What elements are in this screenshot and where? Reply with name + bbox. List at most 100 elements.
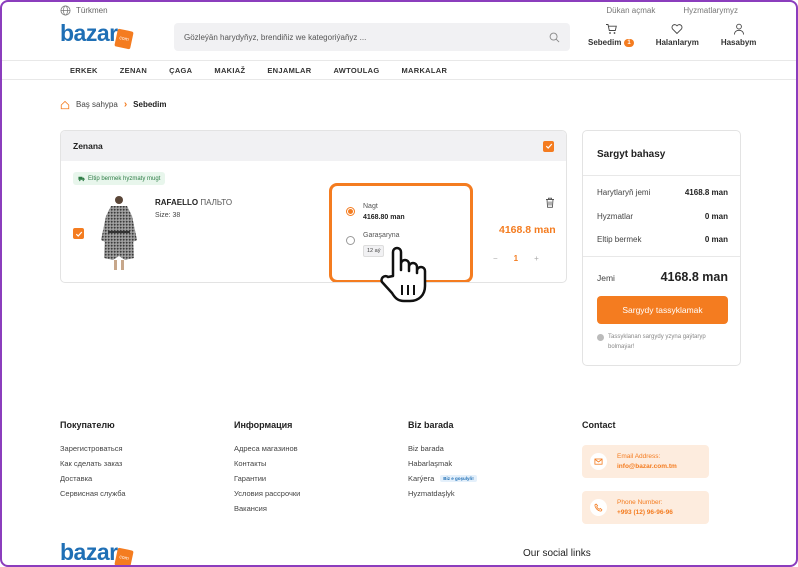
footer-logo[interactable]: bazar com bbox=[60, 539, 134, 565]
favorites-button[interactable]: Halanlarym bbox=[656, 23, 699, 47]
globe-icon bbox=[60, 5, 71, 16]
home-icon bbox=[60, 100, 70, 109]
summary-note: Tassyklanan sargydy yzyna gaýtaryp bolma… bbox=[597, 333, 732, 352]
phone-label: Phone Number: bbox=[617, 499, 663, 507]
footer-link[interactable]: Сервисная служба bbox=[60, 489, 126, 498]
phone-value: +993 (12) 96-96-96 bbox=[617, 508, 673, 516]
footer-link[interactable]: Вакансия bbox=[234, 504, 300, 513]
language-selector[interactable]: Türkmen bbox=[60, 5, 108, 16]
footer-link[interactable]: Гарантии bbox=[234, 474, 300, 483]
logo-text: bazar bbox=[60, 20, 118, 46]
email-value: info@bazar.com.tm bbox=[617, 462, 677, 470]
breadcrumb-home[interactable]: Baş sahypa bbox=[76, 100, 118, 109]
footer-col-contact: Contact bbox=[582, 420, 616, 444]
footer-link[interactable]: Доставка bbox=[60, 474, 126, 483]
footer-link[interactable]: Адреса магазинов bbox=[234, 444, 300, 453]
summary-row-label: Hyzmatlar bbox=[597, 212, 634, 221]
summary-row-value: 0 man bbox=[704, 212, 728, 221]
footer-link[interactable]: Зарегистроваться bbox=[60, 444, 126, 453]
nav-item-women[interactable]: ZENAN bbox=[120, 66, 147, 75]
confirm-order-button[interactable]: Sargydy tassyklamak bbox=[597, 296, 728, 324]
footer-col-title: Информация bbox=[234, 420, 293, 430]
summary-row-delivery: Eltip bermek 0 man bbox=[597, 235, 728, 244]
product-size: Size: 38 bbox=[155, 212, 181, 219]
item-price: 4168.8 man bbox=[499, 224, 556, 236]
footer-link[interactable]: Hyzmatdaşlyk bbox=[408, 489, 477, 498]
nav-item-kids[interactable]: ÇAGA bbox=[169, 66, 192, 75]
footer-link[interactable]: Habarlaşmak bbox=[408, 459, 477, 468]
product-brand: RAFAELLO bbox=[155, 198, 199, 207]
footer-col-title: Contact bbox=[582, 420, 616, 430]
quantity-stepper: − 1 + bbox=[493, 254, 539, 263]
cart-label: Sebedim bbox=[588, 38, 622, 47]
decrease-quantity-button[interactable]: − bbox=[493, 254, 498, 263]
product-title[interactable]: RAFAELLO ПАЛЬТО bbox=[155, 198, 232, 207]
footer-link-career[interactable]: Karýera Biz e goşulyň! bbox=[408, 474, 477, 483]
installment-radio[interactable] bbox=[346, 236, 355, 245]
check-icon bbox=[75, 231, 82, 237]
search-bar[interactable]: Gözleýän harydyňyz, brendiňiz we kategor… bbox=[174, 23, 570, 51]
cash-radio[interactable] bbox=[346, 207, 355, 216]
summary-row-value: 4168.8 man bbox=[684, 188, 728, 197]
footer-link[interactable]: Условия рассрочки bbox=[234, 489, 300, 498]
footer-col-title: Biz barada bbox=[408, 420, 454, 430]
search-icon[interactable] bbox=[549, 32, 560, 43]
increase-quantity-button[interactable]: + bbox=[534, 254, 539, 263]
summary-row-items: Harytlaryň jemi 4168.8 man bbox=[597, 188, 728, 197]
browser-frame: Türkmen Dükan açmak Hyzmatlarymyz bazar … bbox=[0, 0, 798, 567]
email-contact-card[interactable]: Email Address: info@bazar.com.tm bbox=[582, 445, 709, 478]
cart-group-card: Zenana Eltip bermek hyzmaty mugt RAFAELL… bbox=[60, 130, 567, 283]
summary-title: Sargyt bahasy bbox=[597, 149, 666, 160]
installment-label: Garaşaryna bbox=[363, 232, 400, 239]
trash-icon[interactable] bbox=[545, 197, 555, 208]
payment-option-cash[interactable]: Nagt 4168.80 man bbox=[346, 203, 405, 221]
group-select-checkbox[interactable] bbox=[543, 140, 554, 152]
nav-item-makeup[interactable]: MAKIAŽ bbox=[214, 66, 245, 75]
phone-contact-card[interactable]: Phone Number: +993 (12) 96-96-96 bbox=[582, 491, 709, 524]
product-image[interactable] bbox=[99, 194, 139, 272]
open-shop-link[interactable]: Dükan açmak bbox=[606, 6, 655, 15]
footer-col-about: Biz barada Biz barada Habarlaşmak Karýer… bbox=[408, 420, 477, 504]
hand-pointer-icon bbox=[380, 246, 427, 303]
free-shipping-label: Eltip bermek hyzmaty mugt bbox=[88, 175, 161, 182]
email-label: Email Address: bbox=[617, 453, 661, 461]
breadcrumb: Baş sahypa › Sebedim bbox=[60, 99, 167, 110]
nav-item-brands[interactable]: MARKALAR bbox=[401, 66, 447, 75]
language-label: Türkmen bbox=[76, 6, 108, 15]
cart-button[interactable]: Sebedim 1 bbox=[588, 23, 634, 47]
footer-col-info: Информация Адреса магазинов Контакты Гар… bbox=[234, 420, 300, 519]
favorites-label: Halanlarym bbox=[655, 38, 699, 47]
services-link[interactable]: Hyzmatlarymyz bbox=[683, 6, 738, 15]
footer-col-title: Покупателю bbox=[60, 420, 115, 430]
heart-icon bbox=[671, 24, 683, 35]
cash-amount: 4168.80 man bbox=[363, 214, 405, 221]
chevron-right-icon: › bbox=[123, 99, 128, 110]
cart-count-badge: 1 bbox=[624, 38, 634, 47]
summary-row-label: Eltip bermek bbox=[597, 235, 642, 244]
summary-row-label: Harytlaryň jemi bbox=[597, 188, 651, 197]
item-select-checkbox[interactable] bbox=[73, 228, 84, 239]
footer-link[interactable]: Как сделать заказ bbox=[60, 459, 126, 468]
career-tag: Biz e goşulyň! bbox=[440, 475, 477, 482]
account-button[interactable]: Hasabym bbox=[720, 23, 757, 47]
breadcrumb-current: Sebedim bbox=[133, 100, 167, 109]
footer-link[interactable]: Контакты bbox=[234, 459, 300, 468]
cash-label: Nagt bbox=[363, 203, 378, 210]
mail-icon bbox=[590, 453, 607, 470]
free-shipping-tag: Eltip bermek hyzmaty mugt bbox=[73, 172, 166, 185]
top-bar: Türkmen Dükan açmak Hyzmatlarymyz bbox=[2, 2, 796, 20]
social-links-title: Our social links bbox=[523, 548, 591, 559]
nav-item-auto[interactable]: AWTOULAG bbox=[333, 66, 379, 75]
nav-item-devices[interactable]: ENJAMLAR bbox=[267, 66, 311, 75]
footer-link[interactable]: Biz barada bbox=[408, 444, 477, 453]
logo-text: bazar bbox=[60, 539, 118, 565]
user-icon bbox=[733, 23, 744, 35]
summary-row-value: 0 man bbox=[704, 235, 728, 244]
nav-item-men[interactable]: ERKEK bbox=[70, 66, 98, 75]
search-input[interactable]: Gözleýän harydyňyz, brendiňiz we kategor… bbox=[184, 33, 549, 42]
account-label: Hasabym bbox=[720, 38, 757, 47]
footer-col-customers: Покупателю Зарегистроваться Как сделать … bbox=[60, 420, 126, 504]
header: bazar com Gözleýän harydyňyz, brendiňiz … bbox=[2, 20, 796, 58]
logo-bag-icon: com bbox=[113, 547, 134, 565]
logo[interactable]: bazar com bbox=[60, 20, 134, 50]
